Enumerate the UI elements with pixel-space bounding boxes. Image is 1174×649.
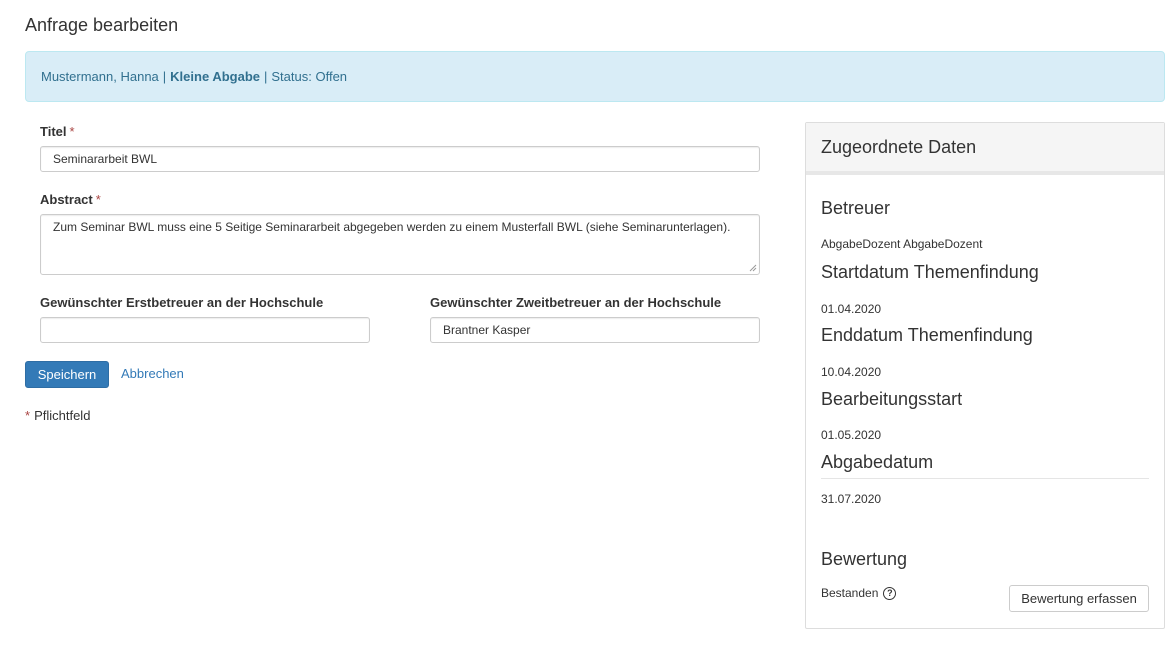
banner-status: Status: Offen xyxy=(271,69,348,84)
first-supervisor-label: Gewünschter Erstbetreuer an der Hochschu… xyxy=(40,295,324,310)
topic-start-heading: Startdatum Themenfindung xyxy=(821,262,1039,282)
required-mark: * xyxy=(25,408,31,423)
resize-grip-icon[interactable] xyxy=(747,262,757,272)
due-date-value: 31.07.2020 xyxy=(821,492,882,506)
work-start-heading: Bearbeitungsstart xyxy=(821,389,963,409)
grading-result: Bestanden ? xyxy=(821,586,897,600)
cancel-link[interactable]: Abbrechen xyxy=(121,366,184,381)
banner-submission-type: Kleine Abgabe xyxy=(170,69,260,84)
info-banner: Mustermann, Hanna | Kleine Abgabe | Stat… xyxy=(25,51,1165,102)
banner-student-name: Mustermann, Hanna xyxy=(41,69,159,84)
banner-separator: | xyxy=(162,69,167,84)
first-supervisor-input[interactable] xyxy=(40,317,370,343)
abstract-textarea[interactable]: Zum Seminar BWL muss eine 5 Seitige Semi… xyxy=(40,214,760,275)
assigned-data-panel: Zugeordnete Daten Betreuer AbgabeDozent … xyxy=(805,122,1165,629)
topic-end-value: 10.04.2020 xyxy=(821,365,882,379)
abstract-label: Abstract * xyxy=(40,192,101,207)
supervisor-heading: Betreuer xyxy=(821,198,891,218)
grading-value: Bestanden xyxy=(821,586,879,600)
second-supervisor-input[interactable]: Brantner Kasper xyxy=(430,317,760,343)
title-input[interactable]: Seminararbeit BWL xyxy=(40,146,760,172)
title-label: Titel * xyxy=(40,124,75,139)
required-mark: * xyxy=(95,192,101,207)
due-date-heading: Abgabedatum xyxy=(821,452,934,472)
panel-divider xyxy=(821,478,1149,479)
work-start-value: 01.05.2020 xyxy=(821,428,882,442)
panel-heading: Zugeordnete Daten xyxy=(806,123,1164,175)
supervisor-value: AbgabeDozent AbgabeDozent xyxy=(821,237,983,251)
banner-separator: | xyxy=(264,69,268,84)
help-icon[interactable]: ? xyxy=(883,586,897,600)
required-field-note: * Pflichtfeld xyxy=(25,408,91,423)
grading-heading: Bewertung xyxy=(821,549,908,569)
topic-start-value: 01.04.2020 xyxy=(821,302,882,316)
topic-end-heading: Enddatum Themenfindung xyxy=(821,325,1033,345)
required-mark: * xyxy=(69,124,75,139)
save-button[interactable]: Speichern xyxy=(25,361,109,388)
second-supervisor-label: Gewünschter Zweitbetreuer an der Hochsch… xyxy=(430,295,722,310)
abstract-text: Zum Seminar BWL muss eine 5 Seitige Semi… xyxy=(53,220,731,234)
page-title: Anfrage bearbeiten xyxy=(25,15,179,35)
record-grading-button[interactable]: Bewertung erfassen xyxy=(1009,585,1149,612)
